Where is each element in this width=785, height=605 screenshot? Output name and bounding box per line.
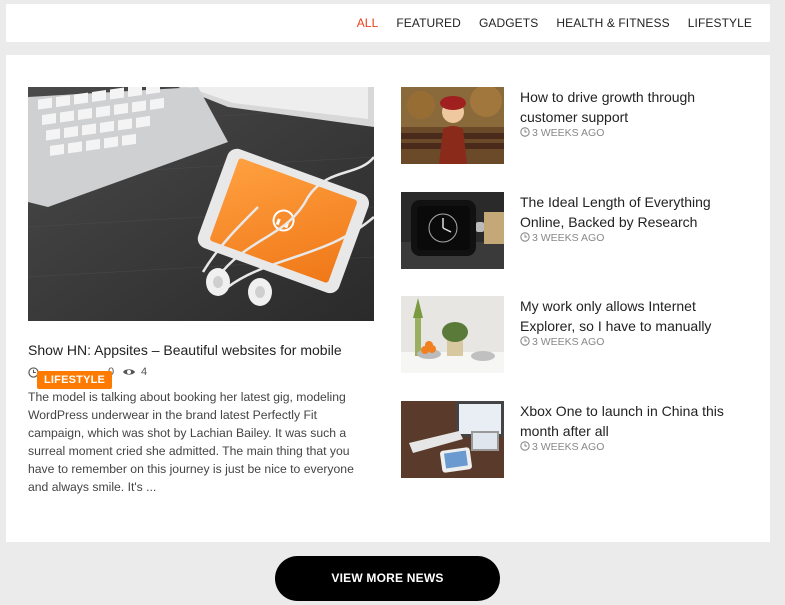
featured-excerpt: The model is talking about booking her l… [28, 390, 354, 494]
clock-icon [520, 336, 530, 346]
tab-lifestyle[interactable]: LIFESTYLE [688, 16, 752, 30]
clock-icon [520, 127, 530, 137]
post-meta: 3 WEEKS AGO [520, 441, 604, 453]
view-count: 4 [141, 366, 148, 378]
tab-all[interactable]: ALL [357, 16, 379, 30]
post-meta: 3 WEEKS AGO [520, 232, 604, 244]
post-thumbnail[interactable] [401, 296, 504, 373]
tab-gadgets[interactable]: GADGETS [479, 16, 538, 30]
post-title[interactable]: Xbox One to launch in China this month a… [520, 401, 750, 441]
featured-image[interactable] [28, 87, 374, 321]
list-item[interactable]: The Ideal Length of Everything Online, B… [401, 192, 751, 270]
post-time: 3 WEEKS AGO [532, 336, 605, 348]
list-item[interactable]: My work only allows Internet Explorer, s… [401, 296, 751, 374]
eye-icon [123, 369, 135, 375]
post-thumbnail[interactable] [401, 401, 504, 478]
post-time: 3 WEEKS AGO [532, 127, 605, 139]
clock-icon [520, 232, 530, 242]
post-title[interactable]: How to drive growth through customer sup… [520, 87, 750, 127]
list-item[interactable]: How to drive growth through customer sup… [401, 87, 751, 165]
category-filter-bar: ALL FEATURED GADGETS HEALTH & FITNESS LI… [6, 4, 770, 42]
featured-title[interactable]: Show HN: Appsites – Beautiful websites f… [28, 341, 378, 359]
tab-health-fitness[interactable]: HEALTH & FITNESS [556, 16, 669, 30]
news-panel: Show HN: Appsites – Beautiful websites f… [6, 55, 770, 542]
post-meta: 3 WEEKS AGO [520, 127, 604, 139]
post-time: 3 WEEKS AGO [532, 441, 605, 453]
category-tabs: ALL FEATURED GADGETS HEALTH & FITNESS LI… [357, 4, 752, 42]
category-badge[interactable]: LIFESTYLE [37, 371, 113, 389]
post-thumbnail[interactable] [401, 87, 504, 164]
tab-featured[interactable]: FEATURED [396, 16, 461, 30]
post-meta: 3 WEEKS AGO [520, 336, 604, 348]
view-more-news-button[interactable]: VIEW MORE NEWS [275, 556, 500, 601]
post-thumbnail[interactable] [401, 192, 504, 269]
post-title[interactable]: My work only allows Internet Explorer, s… [520, 296, 750, 336]
clock-icon [520, 441, 530, 451]
post-time: 3 WEEKS AGO [532, 232, 605, 244]
list-item[interactable]: Xbox One to launch in China this month a… [401, 401, 751, 479]
post-title[interactable]: The Ideal Length of Everything Online, B… [520, 192, 750, 232]
